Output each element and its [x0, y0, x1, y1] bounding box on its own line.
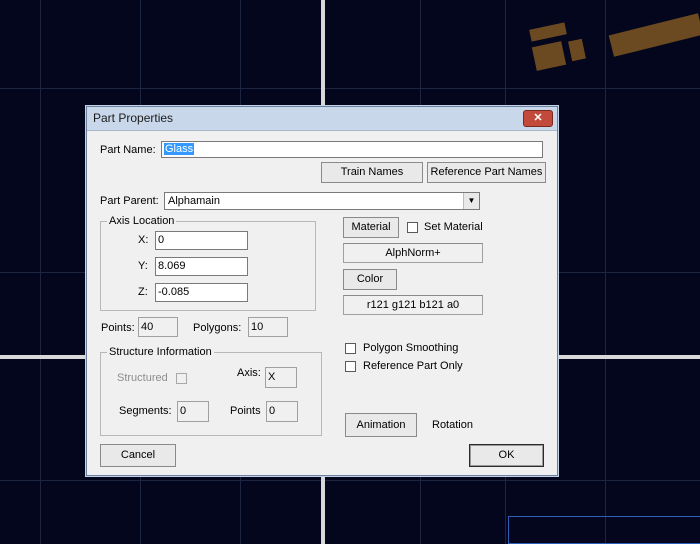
close-icon[interactable]: ✕ [523, 110, 553, 127]
set-material-checkbox[interactable] [407, 222, 418, 233]
train-names-button[interactable]: Train Names [321, 162, 423, 183]
chevron-down-icon[interactable]: ▼ [463, 193, 479, 209]
axis-x-input[interactable]: 0 [155, 231, 248, 250]
grid-line [0, 480, 700, 481]
color-button[interactable]: Color [343, 269, 397, 290]
polygons-label: Polygons: [193, 322, 242, 334]
structured-checkbox[interactable] [176, 373, 187, 384]
selection-rectangle [508, 516, 700, 544]
segments-field: 0 [177, 401, 209, 422]
model-part [608, 13, 700, 57]
axis-z-label: Z: [138, 286, 148, 298]
title-bar[interactable]: Part Properties ✕ [87, 107, 557, 131]
structure-axis-field: X [265, 367, 297, 388]
ok-button[interactable]: OK [469, 444, 544, 467]
part-properties-dialog: Part Properties ✕ Part Name: Glass Train… [86, 106, 558, 476]
rotation-label: Rotation [432, 419, 473, 431]
polygon-smoothing-checkbox[interactable] [345, 343, 356, 354]
part-name-label: Part Name: [100, 144, 156, 156]
polygons-field: 10 [248, 317, 288, 337]
material-button[interactable]: Material [343, 217, 399, 238]
segments-label: Segments: [119, 405, 172, 417]
animation-button[interactable]: Animation [345, 413, 417, 437]
points-label: Points: [101, 322, 135, 334]
cancel-button[interactable]: Cancel [100, 444, 176, 467]
model-part [529, 22, 567, 42]
color-value: r121 g121 b121 a0 [343, 295, 483, 315]
structure-points-label: Points [230, 405, 261, 417]
model-part [568, 38, 586, 62]
part-parent-select[interactable]: Alphamain ▼ [164, 192, 480, 210]
dialog-title: Part Properties [93, 111, 174, 125]
grid-line [0, 88, 700, 89]
points-field: 40 [138, 317, 178, 337]
part-parent-label: Part Parent: [100, 195, 159, 207]
material-value: AlphNorm+ [343, 243, 483, 263]
axis-x-label: X: [138, 234, 149, 246]
structure-information-group: Structure Information [100, 345, 322, 436]
axis-y-input[interactable]: 8.069 [155, 257, 248, 276]
axis-z-input[interactable]: -0.085 [155, 283, 248, 302]
structure-information-title: Structure Information [107, 345, 214, 359]
structure-axis-label: Axis: [237, 367, 261, 379]
axis-location-title: Axis Location [107, 214, 177, 228]
part-parent-value: Alphamain [168, 195, 220, 207]
axis-y-label: Y: [138, 260, 148, 272]
reference-part-only-label: Reference Part Only [363, 360, 463, 372]
model-part [531, 41, 567, 71]
polygon-smoothing-label: Polygon Smoothing [363, 342, 459, 354]
reference-part-only-checkbox[interactable] [345, 361, 356, 372]
structured-label: Structured [117, 372, 168, 384]
part-name-value: Glass [164, 143, 195, 155]
part-name-input[interactable]: Glass [161, 141, 543, 158]
set-material-label: Set Material [424, 221, 483, 233]
structure-points-field: 0 [266, 401, 298, 422]
reference-part-names-button[interactable]: Reference Part Names [427, 162, 546, 183]
